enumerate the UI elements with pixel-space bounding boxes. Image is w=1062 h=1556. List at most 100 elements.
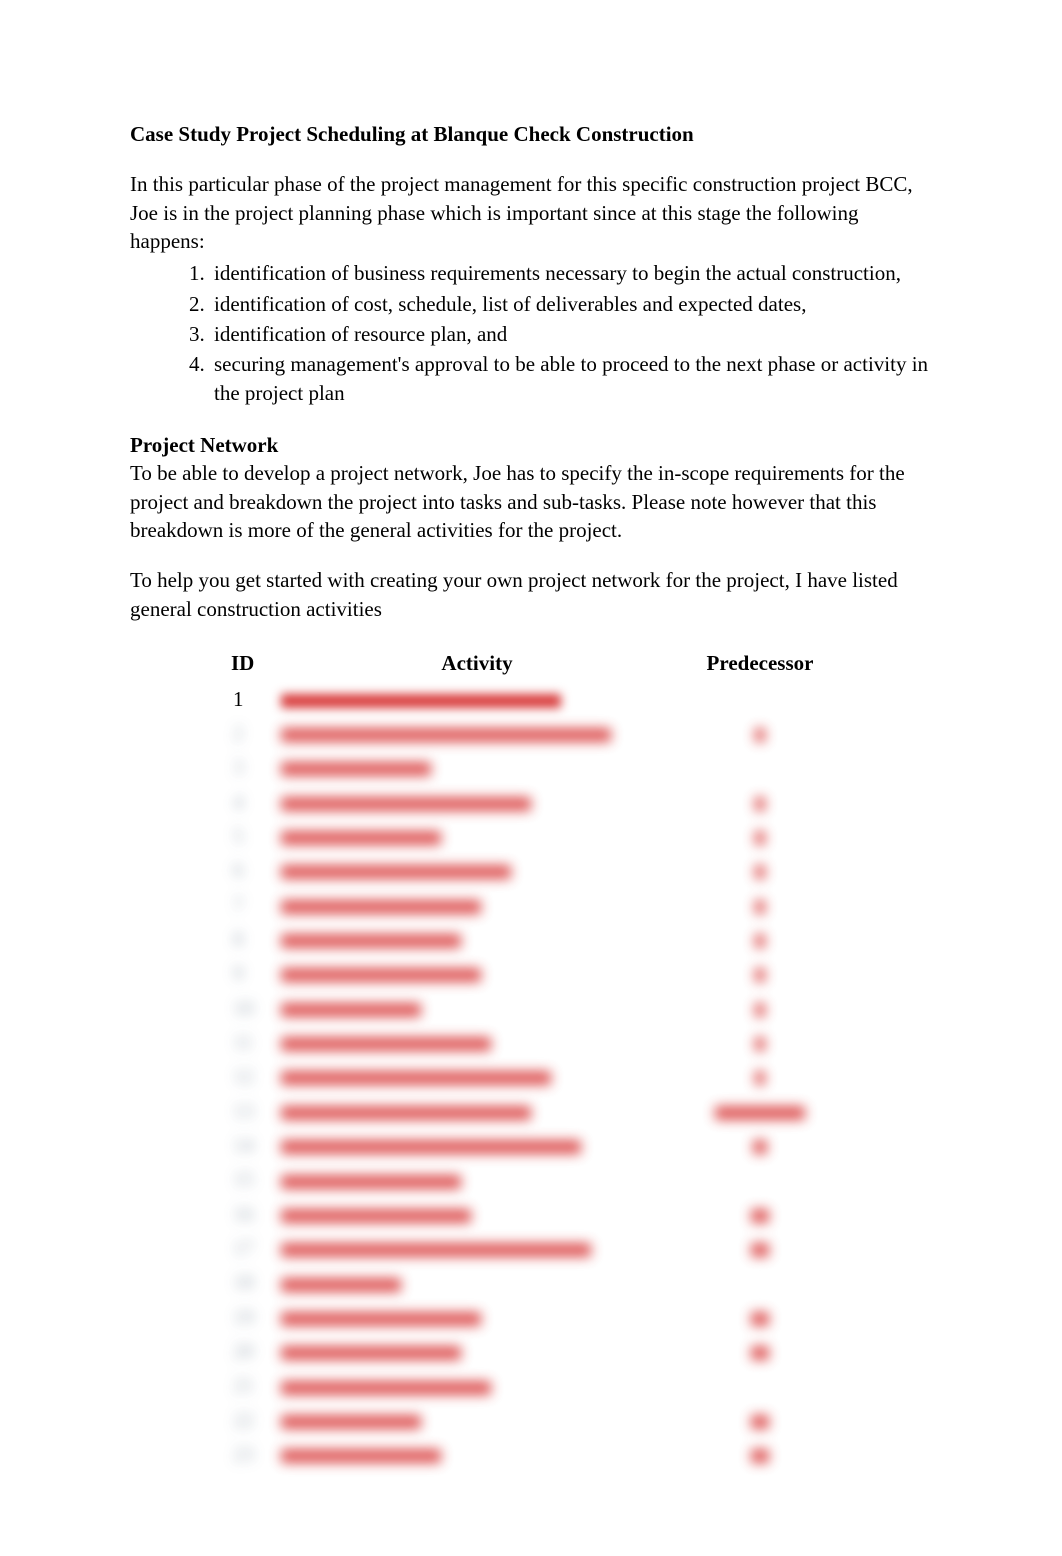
cell-activity bbox=[275, 1437, 679, 1471]
col-header-activity: Activity bbox=[275, 645, 679, 681]
cell-activity bbox=[275, 853, 679, 887]
cell-predecessor bbox=[679, 888, 841, 922]
table-row: 12 bbox=[221, 1059, 841, 1093]
cell-activity bbox=[275, 1265, 679, 1299]
obscured-text-bar bbox=[281, 934, 461, 948]
cell-predecessor bbox=[679, 1368, 841, 1402]
cell-activity bbox=[275, 716, 679, 750]
table-row: 23 bbox=[221, 1437, 841, 1471]
cell-activity bbox=[275, 922, 679, 956]
table-row: 18 bbox=[221, 1265, 841, 1299]
obscured-text-bar bbox=[755, 934, 765, 948]
obscured-text-bar bbox=[751, 1312, 769, 1326]
cell-activity bbox=[275, 750, 679, 784]
obscured-text-bar bbox=[755, 1071, 765, 1085]
cell-id: 22 bbox=[221, 1403, 275, 1437]
table-body-visible: 1 bbox=[221, 682, 841, 716]
cell-predecessor bbox=[679, 1231, 841, 1265]
cell-id: 1 bbox=[221, 682, 275, 716]
cell-id: 16 bbox=[221, 1197, 275, 1231]
obscured-text-bar bbox=[751, 1449, 769, 1463]
cell-activity bbox=[275, 682, 679, 716]
obscured-text-bar bbox=[281, 1003, 421, 1017]
cell-id: 11 bbox=[221, 1025, 275, 1059]
section-body-project-network: To be able to develop a project network,… bbox=[130, 459, 932, 544]
cell-id: 21 bbox=[221, 1368, 275, 1402]
cell-activity bbox=[275, 1403, 679, 1437]
obscured-text-bar bbox=[281, 1140, 581, 1154]
document-page: Case Study Project Scheduling at Blanque… bbox=[0, 0, 1062, 1531]
obscured-text-bar bbox=[281, 1071, 551, 1085]
obscured-text-bar bbox=[281, 1278, 401, 1292]
cell-predecessor bbox=[679, 785, 841, 819]
obscured-text-bar bbox=[753, 1140, 767, 1154]
list-item: identification of resource plan, and bbox=[210, 320, 932, 348]
table-row: 10 bbox=[221, 991, 841, 1025]
cell-predecessor bbox=[679, 1025, 841, 1059]
obscured-text-bar bbox=[281, 968, 481, 982]
cell-activity bbox=[275, 819, 679, 853]
table-body-obscured: 234567891011121314151617181920212223 bbox=[221, 716, 841, 1472]
obscured-text-bar bbox=[281, 900, 481, 914]
cell-id: 8 bbox=[221, 922, 275, 956]
obscured-text-bar bbox=[281, 1312, 481, 1326]
section-heading-project-network: Project Network bbox=[130, 431, 932, 459]
obscured-text-bar bbox=[755, 900, 765, 914]
list-item: identification of business requirements … bbox=[210, 259, 932, 287]
obscured-text-bar bbox=[281, 694, 561, 708]
obscured-text-bar bbox=[281, 831, 441, 845]
obscured-text-bar bbox=[281, 1415, 421, 1429]
cell-activity bbox=[275, 1025, 679, 1059]
cell-id: 14 bbox=[221, 1128, 275, 1162]
table-row: 19 bbox=[221, 1300, 841, 1334]
cell-id: 9 bbox=[221, 956, 275, 990]
cell-predecessor bbox=[679, 1094, 841, 1128]
table-header-row: ID Activity Predecessor bbox=[221, 645, 841, 681]
cell-predecessor bbox=[679, 1300, 841, 1334]
obscured-text-bar bbox=[281, 1037, 491, 1051]
table-row: 15 bbox=[221, 1162, 841, 1196]
cell-id: 7 bbox=[221, 888, 275, 922]
cell-id: 17 bbox=[221, 1231, 275, 1265]
table-row: 1 bbox=[221, 682, 841, 716]
cell-activity bbox=[275, 1162, 679, 1196]
obscured-text-bar bbox=[755, 968, 765, 982]
obscured-text-bar bbox=[281, 865, 511, 879]
table-row: 20 bbox=[221, 1334, 841, 1368]
cell-id: 6 bbox=[221, 853, 275, 887]
page-title: Case Study Project Scheduling at Blanque… bbox=[130, 120, 932, 148]
cell-id: 4 bbox=[221, 785, 275, 819]
cell-predecessor bbox=[679, 956, 841, 990]
obscured-text-bar bbox=[751, 1415, 769, 1429]
cell-predecessor bbox=[679, 1059, 841, 1093]
cell-predecessor bbox=[679, 1403, 841, 1437]
activity-table-wrap: ID Activity Predecessor 1 23456789101112… bbox=[221, 645, 841, 1471]
obscured-text-bar bbox=[755, 1003, 765, 1017]
table-row: 7 bbox=[221, 888, 841, 922]
table-row: 17 bbox=[221, 1231, 841, 1265]
cell-activity bbox=[275, 1197, 679, 1231]
cell-predecessor bbox=[679, 1197, 841, 1231]
cell-activity bbox=[275, 888, 679, 922]
table-row: 2 bbox=[221, 716, 841, 750]
table-row: 13 bbox=[221, 1094, 841, 1128]
obscured-text-bar bbox=[281, 1175, 461, 1189]
cell-predecessor bbox=[679, 1334, 841, 1368]
table-row: 11 bbox=[221, 1025, 841, 1059]
cell-predecessor bbox=[679, 1128, 841, 1162]
obscured-text-bar bbox=[281, 728, 611, 742]
table-row: 3 bbox=[221, 750, 841, 784]
cell-predecessor bbox=[679, 716, 841, 750]
cell-id: 5 bbox=[221, 819, 275, 853]
obscured-text-bar bbox=[715, 1106, 805, 1120]
cell-id: 2 bbox=[221, 716, 275, 750]
obscured-text-bar bbox=[281, 1106, 531, 1120]
cell-predecessor bbox=[679, 922, 841, 956]
table-row: 22 bbox=[221, 1403, 841, 1437]
cell-predecessor bbox=[679, 1265, 841, 1299]
obscured-text-bar bbox=[281, 1381, 491, 1395]
obscured-text-bar bbox=[755, 1037, 765, 1051]
table-row: 4 bbox=[221, 785, 841, 819]
activity-table: ID Activity Predecessor 1 23456789101112… bbox=[221, 645, 841, 1471]
table-row: 21 bbox=[221, 1368, 841, 1402]
